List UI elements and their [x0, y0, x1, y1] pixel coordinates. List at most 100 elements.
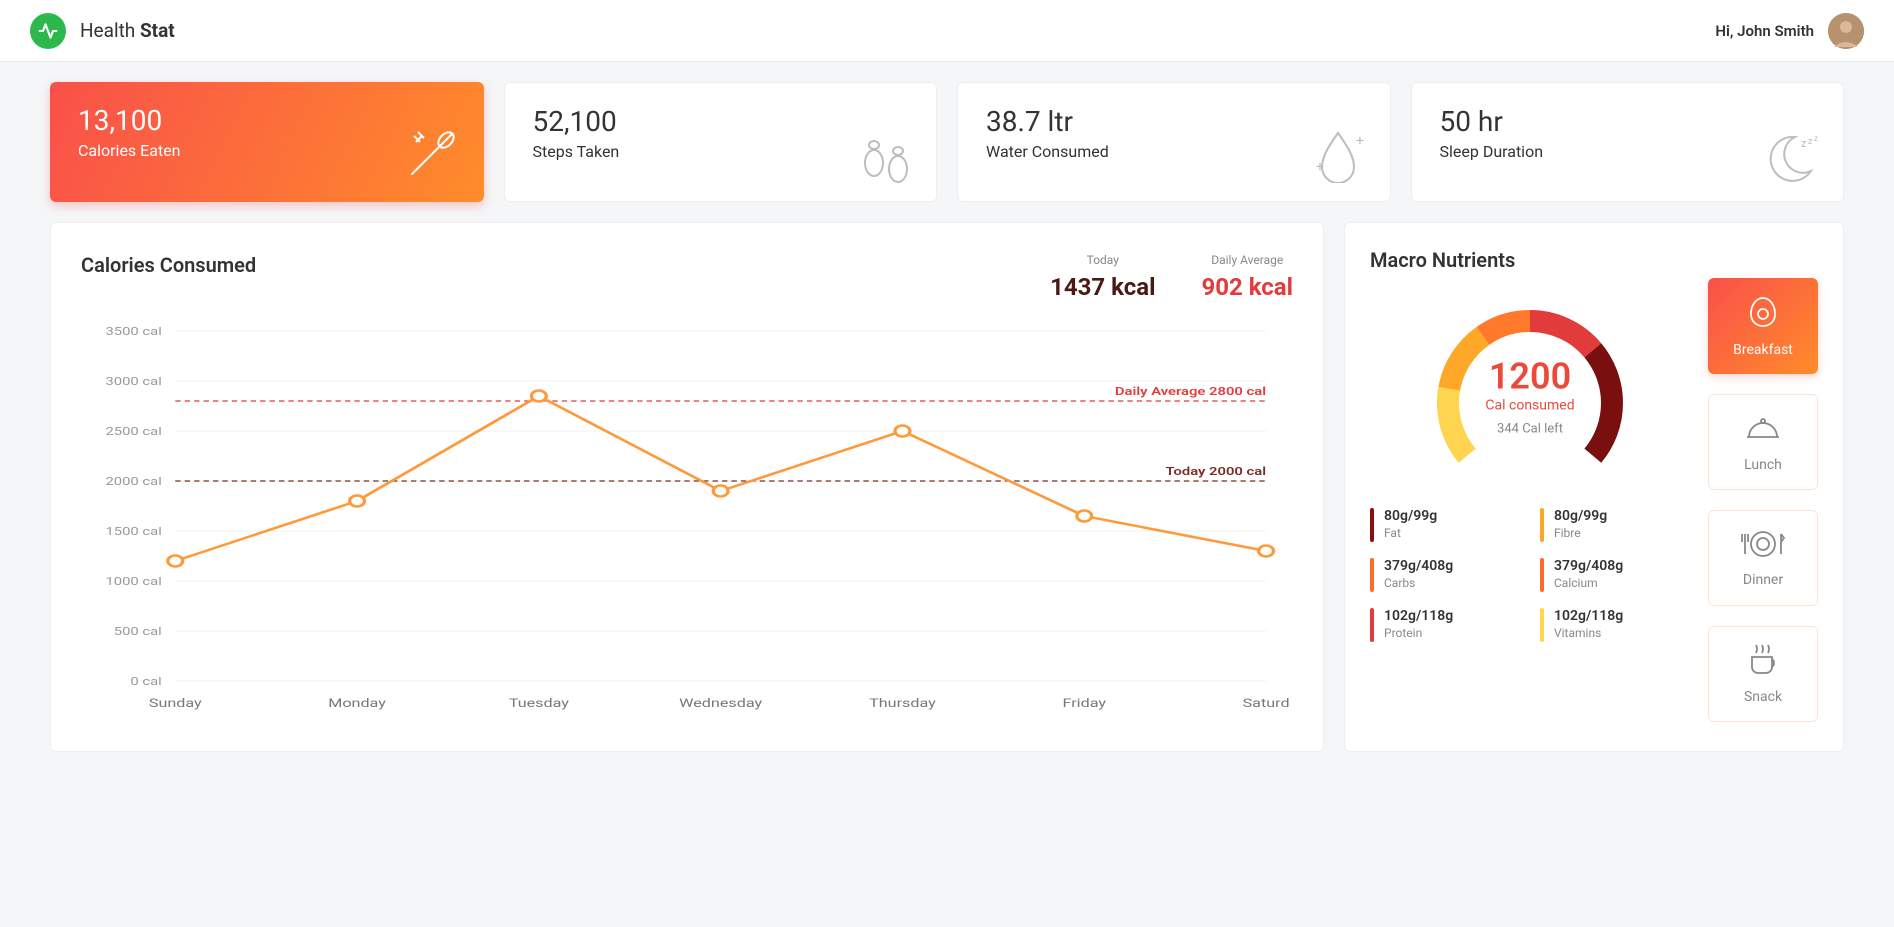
nutrient-fibre: 80g/99g Fibre: [1540, 508, 1690, 542]
nutrient-value: 102g/118g: [1554, 608, 1623, 624]
nutrient-vitamins: 102g/118g Vitamins: [1540, 608, 1690, 642]
cloche-icon: [1743, 411, 1783, 449]
meal-tab-label: Lunch: [1744, 457, 1782, 473]
svg-text:Thursday: Thursday: [869, 697, 936, 710]
svg-text:Wednesday: Wednesday: [679, 697, 762, 710]
logo-area: Health Stat: [30, 13, 175, 49]
stat-value: 38.7 ltr: [986, 105, 1362, 138]
nutrient-name: Fibre: [1554, 526, 1607, 540]
stat-card-sleep-duration[interactable]: 50 hr Sleep Duration zzz: [1411, 82, 1845, 202]
macro-card: Macro Nutrients 1200 Cal consumed 344 Ca…: [1344, 222, 1844, 752]
gauge-center: 1200 Cal consumed 344 Cal left: [1485, 356, 1574, 437]
moon-icon: zzz: [1761, 131, 1821, 187]
svg-text:Monday: Monday: [328, 697, 386, 710]
chart-title: Calories Consumed: [81, 253, 256, 277]
svg-text:3000 cal: 3000 cal: [105, 376, 161, 389]
gauge-left: 344 Cal left: [1485, 422, 1574, 437]
meal-tab-label: Snack: [1744, 689, 1782, 705]
stat-label: Steps Taken: [533, 142, 909, 161]
svg-text:0 cal: 0 cal: [130, 676, 161, 689]
chart-header: Calories Consumed Today 1437 kcal Daily …: [81, 253, 1293, 301]
chart-stat-avg-label: Daily Average: [1201, 253, 1293, 267]
stat-label: Calories Eaten: [78, 141, 456, 160]
svg-text:Saturd: Saturd: [1243, 697, 1290, 710]
avatar[interactable]: [1828, 13, 1864, 49]
nutrient-bar: [1540, 608, 1544, 642]
nutrient-bar: [1540, 558, 1544, 592]
stat-value: 13,100: [78, 104, 456, 137]
gauge-sub: Cal consumed: [1485, 398, 1574, 414]
macro-title: Macro Nutrients: [1370, 248, 1818, 272]
meal-tab-snack[interactable]: Snack: [1708, 626, 1818, 722]
svg-text:Tuesday: Tuesday: [509, 697, 569, 710]
chart-area: 0 cal500 cal1000 cal1500 cal2000 cal2500…: [81, 321, 1293, 721]
svg-text:+: +: [1316, 159, 1324, 175]
stat-card-calories-eaten[interactable]: 13,100 Calories Eaten: [50, 82, 484, 202]
stat-label: Water Consumed: [986, 142, 1362, 161]
stat-value: 52,100: [533, 105, 909, 138]
nutrient-value: 379g/408g: [1384, 558, 1453, 574]
chart-stat-today: Today 1437 kcal: [1050, 253, 1155, 301]
meal-tab-label: Breakfast: [1733, 342, 1793, 358]
plate-icon: [1740, 528, 1786, 564]
nutrient-protein: 102g/118g Protein: [1370, 608, 1520, 642]
meal-tab-dinner[interactable]: Dinner: [1708, 510, 1818, 606]
chart-stat-avg-value: 902 kcal: [1201, 273, 1293, 301]
nutrient-bar: [1370, 608, 1374, 642]
calories-chart-card: Calories Consumed Today 1437 kcal Daily …: [50, 222, 1324, 752]
svg-text:Sunday: Sunday: [149, 697, 202, 710]
calorie-gauge: 1200 Cal consumed 344 Cal left: [1420, 288, 1640, 488]
user-greeting: Hi, John Smith: [1715, 22, 1814, 40]
app-header: Health Stat Hi, John Smith: [0, 0, 1894, 62]
gauge-wrap: 1200 Cal consumed 344 Cal left: [1370, 278, 1690, 508]
stat-card-steps-taken[interactable]: 52,100 Steps Taken: [504, 82, 938, 202]
footprints-icon: [858, 135, 914, 187]
stat-label: Sleep Duration: [1440, 142, 1816, 161]
svg-text:1500 cal: 1500 cal: [105, 526, 161, 539]
water-drop-icon: ++: [1308, 127, 1368, 187]
meal-tab-breakfast[interactable]: Breakfast: [1708, 278, 1818, 374]
nutrient-fat: 80g/99g Fat: [1370, 508, 1520, 542]
nutrient-carbs: 379g/408g Carbs: [1370, 558, 1520, 592]
macro-body: 1200 Cal consumed 344 Cal left 80g/99g F…: [1370, 278, 1818, 722]
nutrients-grid: 80g/99g Fat 80g/99g Fibre 379g/408g Carb…: [1370, 508, 1690, 642]
nutrient-name: Fat: [1384, 526, 1437, 540]
svg-text:Today 2000 cal: Today 2000 cal: [1166, 466, 1267, 479]
stat-card-water-consumed[interactable]: 38.7 ltr Water Consumed ++: [957, 82, 1391, 202]
stat-cards-row: 13,100 Calories Eaten 52,100 Steps Taken…: [50, 82, 1844, 202]
nutrient-bar: [1540, 508, 1544, 542]
gauge-value: 1200: [1485, 356, 1574, 398]
utensils-icon: [402, 124, 462, 188]
chart-stat-today-label: Today: [1050, 253, 1155, 267]
meal-tab-label: Dinner: [1743, 572, 1783, 588]
nutrient-value: 80g/99g: [1384, 508, 1437, 524]
svg-text:3500 cal: 3500 cal: [105, 326, 161, 339]
nutrient-value: 102g/118g: [1384, 608, 1453, 624]
logo-icon: [30, 13, 66, 49]
nutrient-name: Calcium: [1554, 576, 1623, 590]
chart-stats: Today 1437 kcal Daily Average 902 kcal: [1050, 253, 1293, 301]
svg-text:z: z: [1801, 137, 1807, 150]
svg-text:Daily Average 2800 cal: Daily Average 2800 cal: [1115, 386, 1266, 399]
chart-stat-today-value: 1437 kcal: [1050, 273, 1155, 301]
svg-text:1000 cal: 1000 cal: [105, 576, 161, 589]
cup-icon: [1744, 643, 1782, 681]
nutrient-calcium: 379g/408g Calcium: [1540, 558, 1690, 592]
user-area[interactable]: Hi, John Smith: [1715, 13, 1864, 49]
svg-text:2000 cal: 2000 cal: [105, 476, 161, 489]
nutrient-name: Carbs: [1384, 576, 1453, 590]
stat-value: 50 hr: [1440, 105, 1816, 138]
chart-stat-avg: Daily Average 902 kcal: [1201, 253, 1293, 301]
macro-left: 1200 Cal consumed 344 Cal left 80g/99g F…: [1370, 278, 1690, 722]
nutrient-value: 80g/99g: [1554, 508, 1607, 524]
svg-text:500 cal: 500 cal: [114, 626, 162, 639]
main-content: 13,100 Calories Eaten 52,100 Steps Taken…: [0, 62, 1894, 772]
meal-tab-lunch[interactable]: Lunch: [1708, 394, 1818, 490]
svg-text:z: z: [1814, 134, 1818, 143]
svg-text:Friday: Friday: [1062, 697, 1106, 710]
meal-tabs: Breakfast Lunch Dinner Snack: [1708, 278, 1818, 722]
nutrient-name: Protein: [1384, 626, 1453, 640]
nutrient-name: Vitamins: [1554, 626, 1623, 640]
svg-text:z: z: [1808, 137, 1813, 147]
nutrient-bar: [1370, 558, 1374, 592]
